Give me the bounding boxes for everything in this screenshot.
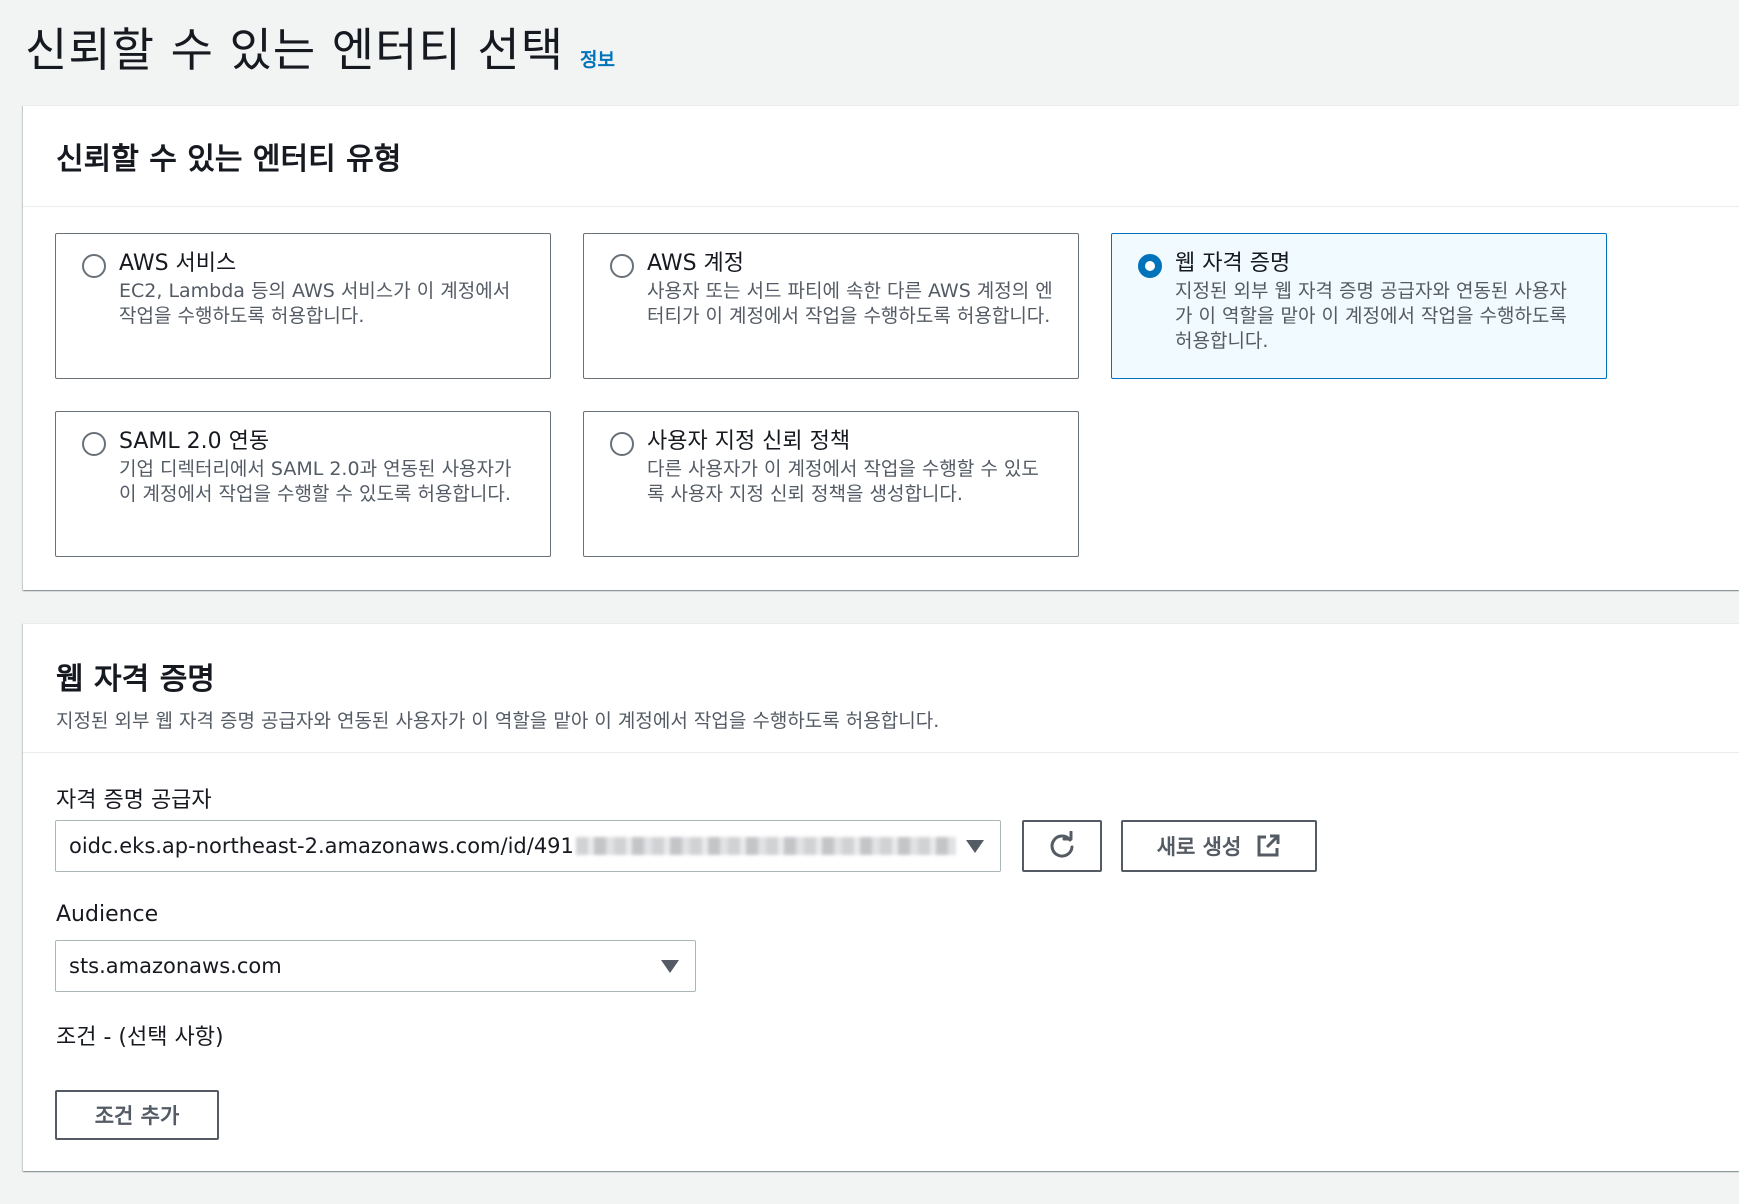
tile-saml-federation[interactable]: SAML 2.0 연동 기업 디렉터리에서 SAML 2.0과 연동된 사용자가… [55,411,551,557]
tile-description: 기업 디렉터리에서 SAML 2.0과 연동된 사용자가 이 계정에서 작업을 … [119,458,512,505]
tile-title: 사용자 지정 신뢰 정책 [647,429,851,454]
panel-header: 웹 자격 증명 지정된 외부 웹 자격 증명 공급자와 연동된 사용자가 이 역… [23,624,1739,753]
page-title: 신뢰할 수 있는 엔터티 선택 [25,23,565,77]
tile-title: AWS 서비스 [119,251,237,276]
identity-provider-select[interactable]: oidc.eks.ap-northeast-2.amazonaws.com/id… [55,820,1001,872]
tile-title: AWS 계정 [647,251,745,276]
provider-value: oidc.eks.ap-northeast-2.amazonaws.com/id… [69,834,574,858]
add-condition-label: 조건 추가 [94,1104,180,1128]
tile-custom-trust-policy[interactable]: 사용자 지정 신뢰 정책 다른 사용자가 이 계정에서 작업을 수행할 수 있도… [583,411,1079,557]
tile-title: 웹 자격 증명 [1175,251,1291,276]
audience-value: sts.amazonaws.com [69,954,282,978]
redacted-provider-id [575,837,956,855]
web-identity-panel: 웹 자격 증명 지정된 외부 웹 자격 증명 공급자와 연동된 사용자가 이 역… [23,623,1739,1171]
conditions-label: 조건 - (선택 사항) [56,1025,224,1050]
tile-aws-service[interactable]: AWS 서비스 EC2, Lambda 등의 AWS 서비스가 이 계정에서 작… [55,233,551,379]
tile-title: SAML 2.0 연동 [119,429,270,454]
panel-title: 웹 자격 증명 [56,662,215,697]
radio-button[interactable] [82,432,106,456]
tile-web-identity[interactable]: 웹 자격 증명 지정된 외부 웹 자격 증명 공급자와 연동된 사용자가 이 역… [1111,233,1607,379]
create-new-provider-button[interactable]: 새로 생성 [1121,820,1317,872]
create-new-label: 새로 생성 [1156,835,1242,859]
tile-description: 지정된 외부 웹 자격 증명 공급자와 연동된 사용자가 이 역할을 맡아 이 … [1175,280,1567,352]
caret-down-icon [661,960,679,973]
tile-aws-account[interactable]: AWS 계정 사용자 또는 서드 파티에 속한 다른 AWS 계정의 엔터티가 … [583,233,1079,379]
tile-description: EC2, Lambda 등의 AWS 서비스가 이 계정에서 작업을 수행하도록… [119,280,511,327]
tile-description: 다른 사용자가 이 계정에서 작업을 수행할 수 있도록 사용자 지정 신뢰 정… [647,458,1039,505]
external-link-icon [1257,834,1280,857]
caret-down-icon [966,840,984,853]
audience-select[interactable]: sts.amazonaws.com [55,940,696,992]
page-header: 신뢰할 수 있는 엔터티 선택 정보 [25,14,615,80]
info-link[interactable]: 정보 [580,45,615,72]
radio-button[interactable] [610,254,634,278]
provider-label: 자격 증명 공급자 [56,788,212,813]
add-condition-button[interactable]: 조건 추가 [55,1090,219,1140]
audience-label: Audience [56,902,159,927]
tile-description: 사용자 또는 서드 파티에 속한 다른 AWS 계정의 엔터티가 이 계정에서 … [647,280,1053,327]
radio-button[interactable] [610,432,634,456]
panel-description: 지정된 외부 웹 자격 증명 공급자와 연동된 사용자가 이 역할을 맡아 이 … [56,710,940,732]
panel-title: 신뢰할 수 있는 엔터티 유형 [56,142,402,177]
radio-button[interactable] [82,254,106,278]
radio-button-selected[interactable] [1138,254,1162,278]
refresh-icon [1050,831,1074,858]
refresh-button[interactable] [1022,820,1102,872]
trusted-entity-type-panel: 신뢰할 수 있는 엔터티 유형 AWS 서비스 EC2, Lambda 등의 A… [23,105,1739,590]
panel-header: 신뢰할 수 있는 엔터티 유형 [23,106,1739,207]
